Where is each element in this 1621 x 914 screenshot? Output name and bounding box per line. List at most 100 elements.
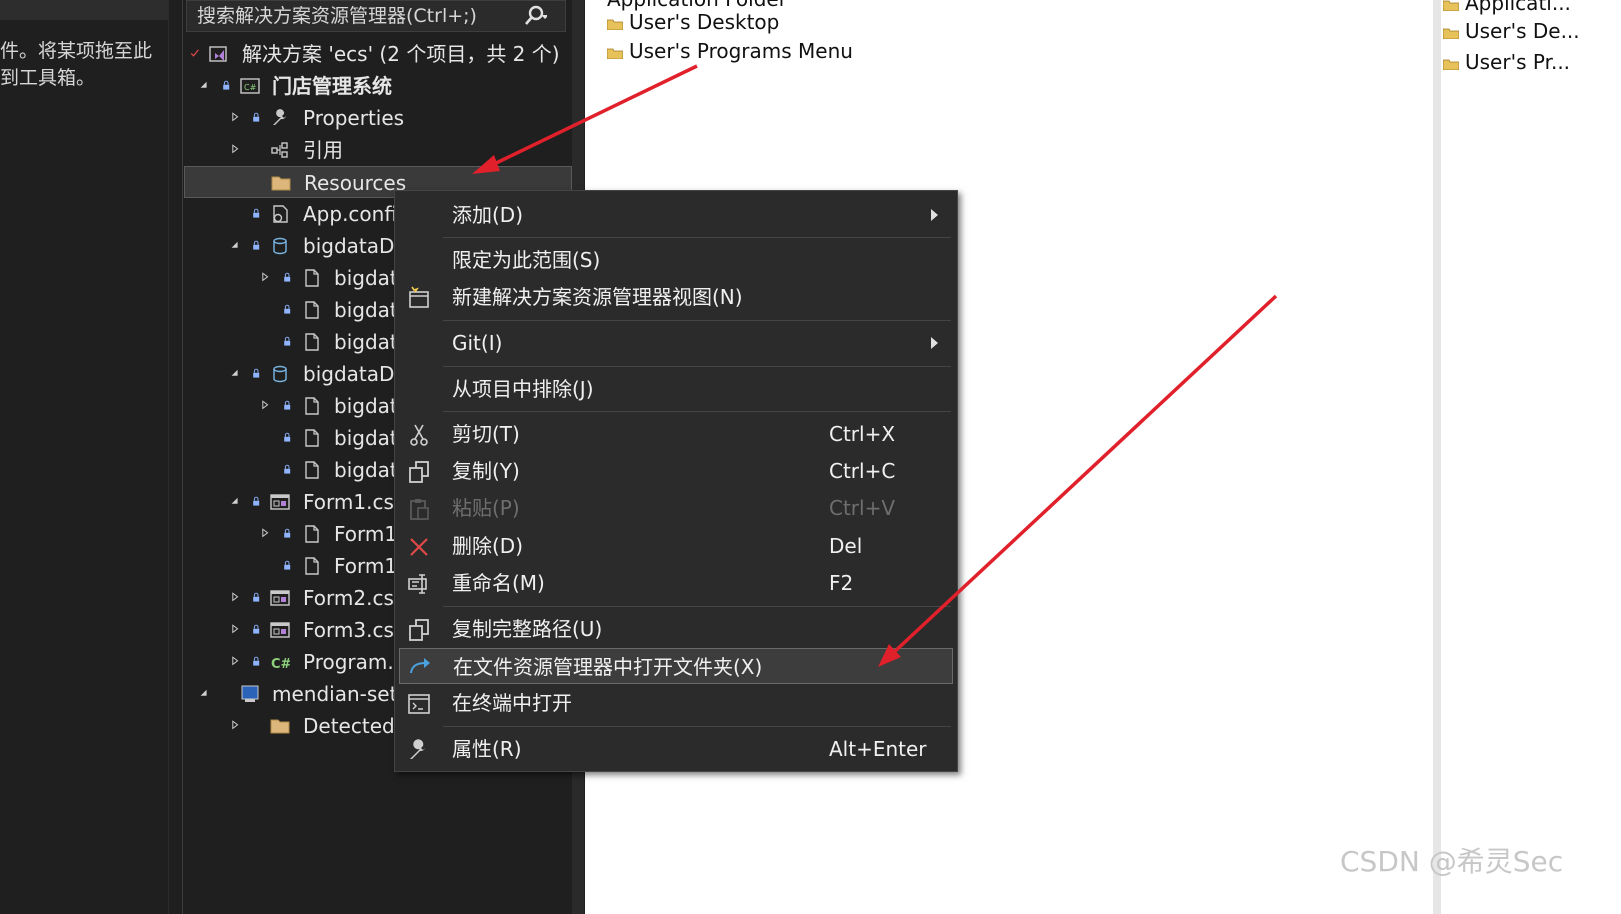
file-icon [305,429,319,447]
file-icon [305,301,319,319]
solution-icon [209,46,227,62]
tree-item[interactable]: C# 门店管理系统 [184,70,572,102]
expanded-icon [231,241,238,248]
folder-icon [270,719,290,734]
config-icon [273,205,288,223]
tree-item[interactable]: Properties [184,102,572,134]
csharp-file-icon: C# [271,657,290,672]
file-icon [305,397,319,415]
folder-item-users-desktop-short[interactable]: User's De... [1443,18,1580,44]
splitter-bar[interactable] [1433,0,1441,914]
context-menu-item[interactable]: 在终端中打开 [395,685,957,721]
tree-item[interactable]: 引用 [184,134,572,166]
toolbox-hint-text: 件。将某项拖至此 到工具箱。 [0,40,153,89]
tree-item-label: 引用 [303,138,343,162]
menu-separator [443,411,951,412]
solution-explorer-search-input[interactable]: 搜索解决方案资源管理器(Ctrl+;) [186,0,566,32]
submenu-arrow-icon [931,337,938,349]
folder-item-users-desktop[interactable]: User's Desktop [607,9,779,35]
folder-item-users-programs-menu[interactable]: User's Programs Menu [607,38,853,64]
new-view-icon [409,286,429,308]
context-menu-item[interactable]: 删除(D) Del [395,528,957,564]
menu-separator [443,606,951,607]
context-menu-item[interactable]: 从项目中排除(J) [395,371,957,407]
context-menu-item-label: Git(I) [452,331,503,355]
tree-item-label: Properties [303,106,405,130]
context-menu-item[interactable]: 在文件资源管理器中打开文件夹(X) [399,648,953,684]
toolbox-pane [0,0,169,914]
context-menu-item[interactable]: 属性(R) Alt+Enter [395,731,957,767]
context-menu-item-label: 粘贴(P) [452,496,520,520]
context-menu-item-label: 删除(D) [452,534,524,558]
context-menu-item-label: 新建解决方案资源管理器视图(N) [452,285,743,309]
lock-icon [284,432,291,442]
open-folder-icon [410,658,430,674]
context-menu-item[interactable]: 限定为此范围(S) [395,242,957,278]
context-menu-item[interactable]: 重命名(M) F2 [395,565,957,601]
context-menu-shortcut: Del [829,534,863,558]
collapsed-icon [232,656,239,666]
context-menu: 添加(D) 限定为此范围(S) 新建解决方案资源管理器视图(N) Git(I) 从项目中… [394,190,958,772]
lock-icon [253,496,260,506]
folder-icon [607,19,623,30]
context-menu-item-label: 重命名(M) [452,571,545,595]
context-menu-item[interactable]: 复制(Y) Ctrl+C [395,453,957,489]
context-menu-item-label: 限定为此范围(S) [452,248,601,272]
lock-icon [223,80,230,90]
context-menu-item[interactable]: Git(I) [395,325,957,361]
references-icon [271,142,288,158]
collapsed-icon [232,624,239,634]
submenu-arrow-icon [931,209,938,221]
folder-label: User's De... [1465,19,1580,43]
context-menu-item-label: 从项目中排除(J) [452,377,594,401]
form-icon [270,590,290,606]
context-menu-item[interactable]: 复制完整路径(U) [395,611,957,647]
file-icon [305,525,319,543]
folder-label: User's Pr... [1465,50,1571,74]
svg-text:C#: C# [271,657,290,672]
lock-icon [253,240,260,250]
folder-icon [1443,59,1459,70]
context-menu-item-label: 添加(D) [452,203,524,227]
svg-text:C#: C# [244,83,257,92]
folder-item-application[interactable]: Applicati... [1443,0,1571,16]
context-menu-item[interactable]: 粘贴(P) Ctrl+V [395,490,957,526]
tree-item-label: Resources [304,171,407,195]
collapsed-icon [262,272,269,282]
scissors-icon [410,424,428,446]
context-menu-item-label: 复制(Y) [452,459,520,483]
folder-label: User's Desktop [629,10,780,34]
tree-item-label: Form1.cs [303,490,394,514]
search-icon[interactable] [523,4,547,28]
tree-item-label: 门店管理系统 [272,74,392,98]
copy-path-icon [409,619,429,641]
lock-icon [284,464,291,474]
tree-item-label: Form3.cs [303,618,394,642]
context-menu-shortcut: Ctrl+V [829,496,896,520]
context-menu-item[interactable]: 添加(D) [395,197,957,233]
context-menu-item-label: 属性(R) [452,737,522,761]
collapsed-icon [262,528,269,538]
expanded-icon [200,81,207,88]
form-icon [270,494,290,510]
lock-icon [253,208,260,218]
watermark: CSDN @希灵Sec [1340,845,1564,878]
expanded-icon [231,497,238,504]
context-menu-item-label: 复制完整路径(U) [452,617,603,641]
file-icon [305,461,319,479]
wrench-icon [410,739,425,759]
context-menu-item[interactable]: 新建解决方案资源管理器视图(N) [395,279,957,315]
context-menu-item[interactable]: 剪切(T) Ctrl+X [395,416,957,452]
lock-icon [284,400,291,410]
context-menu-shortcut: F2 [829,571,854,595]
lock-icon [253,624,260,634]
folder-item-users-programs-short[interactable]: User's Pr... [1443,49,1570,75]
file-system-side-view: Applicati... User's De... User's Pr... [1441,0,1621,914]
lock-icon [253,112,260,122]
collapsed-icon [262,400,269,410]
lock-icon [284,336,291,346]
menu-separator [443,320,951,321]
tree-item[interactable]: 解决方案 'ecs' (2 个项目，共 2 个) [184,38,572,70]
check-icon [190,49,199,57]
dataset-icon [273,237,287,255]
